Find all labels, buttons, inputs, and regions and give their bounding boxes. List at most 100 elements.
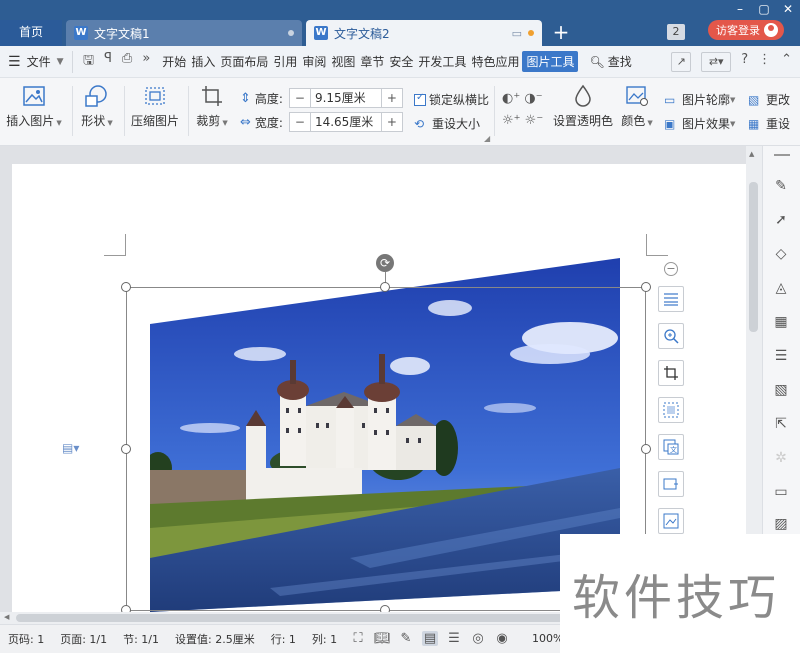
read-mode-icon[interactable]: 📖︎ — [374, 631, 391, 646]
lock-aspect-ratio-label: 锁定纵横比 — [429, 93, 490, 107]
resize-handle-left[interactable] — [121, 444, 131, 454]
width-decrease-button[interactable]: − — [290, 115, 310, 129]
resize-handle-top-left[interactable] — [121, 282, 131, 292]
floating-picture-toolbar: 文 — [658, 286, 684, 545]
share-icon[interactable]: ↗ — [671, 52, 692, 72]
table-icon[interactable]: ▦ — [771, 312, 791, 332]
find-button[interactable]: 🔍︎ 查找 — [589, 53, 631, 70]
format-painter-icon[interactable]: ꟼ — [104, 51, 112, 73]
tab-home[interactable]: 首页 — [0, 20, 62, 46]
picture-library-icon[interactable]: ▧ — [771, 380, 791, 400]
tab-document-1[interactable]: W 文字文稿1 — [66, 20, 302, 46]
resize-handle-top[interactable] — [380, 282, 390, 292]
shape-icon — [76, 84, 118, 108]
decrease-contrast-icon[interactable]: ◑⁻ — [524, 91, 542, 106]
zoom-in-icon[interactable] — [658, 323, 684, 349]
height-decrease-button[interactable]: − — [290, 91, 310, 105]
height-increase-button[interactable]: + — [382, 91, 402, 105]
tab-page-layout[interactable]: 页面布局 — [218, 53, 270, 70]
tab-references[interactable]: 引用 — [271, 53, 299, 70]
reset-picture-button[interactable]: ▦ 重设 — [748, 115, 800, 132]
add-picture-icon[interactable] — [658, 471, 684, 497]
height-field[interactable]: − 9.15厘米 + — [288, 88, 403, 108]
more-icon[interactable]: ⋮ — [758, 52, 771, 72]
increase-brightness-icon[interactable]: ☼⁺ — [502, 113, 521, 128]
lock-aspect-ratio-checkbox[interactable]: 锁定纵横比 — [414, 91, 489, 108]
insert-picture-button[interactable]: 插入图片 ▼ — [4, 78, 64, 129]
print-icon[interactable]: ⎙ — [122, 51, 132, 73]
width-field[interactable]: − 14.65厘米 + — [288, 112, 403, 132]
fullscreen-icon[interactable]: ⛶ — [350, 631, 366, 646]
select-area-icon[interactable] — [658, 397, 684, 423]
picture-settings-icon[interactable] — [658, 508, 684, 534]
share-export-icon[interactable]: ⇱ — [771, 414, 791, 434]
new-tab-button[interactable]: + — [548, 20, 574, 46]
outline-view-icon[interactable]: ☰ — [446, 631, 462, 646]
page-view-icon[interactable]: ▤ — [422, 631, 438, 646]
resize-handle-right[interactable] — [641, 444, 651, 454]
tab-security[interactable]: 安全 — [387, 53, 415, 70]
shapes-icon[interactable]: ◇ — [771, 244, 791, 264]
tab-start[interactable]: 开始 — [160, 53, 188, 70]
collapse-ribbon-icon[interactable]: ⌃ — [781, 52, 792, 72]
reset-size-button[interactable]: ⟲ 重设大小 — [414, 115, 480, 132]
tab-developer[interactable]: 开发工具 — [416, 53, 468, 70]
write-mode-icon[interactable]: ✎ — [398, 631, 414, 646]
picture-outline-button[interactable]: ▭ 图片轮廓 ▼ — [664, 91, 735, 108]
eye-protect-icon[interactable]: ◉ — [494, 631, 510, 646]
tab-insert[interactable]: 插入 — [189, 53, 217, 70]
disabled-tool-icon: ✲ — [775, 450, 787, 466]
tab-chapter[interactable]: 章节 — [358, 53, 386, 70]
width-value[interactable]: 14.65厘米 — [309, 113, 382, 131]
more-chevron-icon[interactable]: » — [142, 51, 150, 73]
tab-review[interactable]: 审阅 — [300, 53, 328, 70]
zoom-level[interactable]: 100% — [532, 632, 563, 645]
width-increase-button[interactable]: + — [382, 115, 402, 129]
crop-icon[interactable] — [658, 360, 684, 386]
edit-pen-icon[interactable]: ✎ — [771, 176, 791, 196]
increase-contrast-icon[interactable]: ◐⁺ — [502, 91, 520, 106]
monitor-icon[interactable]: ▭ — [512, 27, 522, 40]
web-view-icon[interactable]: ◎ — [470, 631, 486, 646]
status-page-code[interactable]: 页码: 1 — [8, 631, 44, 647]
fill-icon[interactable]: ◬ — [771, 278, 791, 298]
maximize-icon[interactable]: ▢ — [752, 0, 776, 18]
close-icon[interactable]: ✕ — [776, 0, 800, 18]
sync-icon[interactable]: ⇄▾ — [701, 52, 732, 72]
decrease-brightness-icon[interactable]: ☼⁻ — [525, 113, 544, 128]
scroll-left-icon[interactable]: ◀ — [4, 613, 9, 621]
guest-login-button[interactable]: 访客登录 — [708, 20, 784, 40]
tab-view[interactable]: 视图 — [329, 53, 357, 70]
minimize-icon[interactable]: – — [728, 0, 752, 18]
horizontal-scroll-thumb[interactable] — [16, 614, 576, 622]
scroll-up-icon[interactable]: ▲ — [749, 150, 754, 158]
archive-box-icon[interactable]: ▭ — [771, 482, 791, 502]
tab-picture-tools[interactable]: 图片工具 — [522, 51, 579, 72]
layout-options-icon[interactable] — [658, 286, 684, 312]
picture-to-text-icon[interactable]: 文 — [658, 434, 684, 460]
cursor-select-icon[interactable]: ➚ — [771, 210, 791, 230]
height-value[interactable]: 9.15厘米 — [309, 89, 382, 107]
collapse-toolbar-icon[interactable]: − — [664, 262, 678, 276]
resize-handle-top-right[interactable] — [641, 282, 651, 292]
rotate-handle-icon[interactable]: ⟳ — [376, 254, 394, 272]
save-icon[interactable]: 🖫 — [83, 51, 94, 73]
ribbon-dialog-launcher-icon[interactable]: ◢ — [484, 134, 490, 143]
compress-picture-button[interactable]: 压缩图片 — [128, 78, 182, 129]
tab-special[interactable]: 特色应用 — [469, 53, 521, 70]
set-transparent-color-button[interactable]: 设置透明色 — [552, 78, 614, 129]
window-count-badge[interactable]: 2 — [667, 24, 685, 40]
image-icon[interactable]: ▨ — [771, 514, 791, 534]
help-icon[interactable]: ? — [741, 52, 748, 72]
file-menu[interactable]: ☰ 文件 ▼ — [0, 53, 72, 70]
crop-button[interactable]: 裁剪 ▼ — [192, 78, 232, 129]
picture-effect-button[interactable]: ▣ 图片效果 ▼ — [664, 115, 735, 132]
paragraph-layout-icon[interactable]: ▤▾ — [62, 441, 79, 455]
change-picture-button[interactable]: ▧ 更改 — [748, 91, 800, 108]
shape-button[interactable]: 形状 ▼ — [76, 78, 118, 129]
adjust-sliders-icon[interactable]: ☰ — [771, 346, 791, 366]
tab-document-2[interactable]: W 文字文稿2 ▭ — [306, 20, 542, 46]
color-button[interactable]: 颜色 ▼ — [618, 78, 656, 129]
reset-picture-label: 重设 — [766, 117, 791, 131]
vertical-scroll-thumb[interactable] — [749, 182, 758, 332]
